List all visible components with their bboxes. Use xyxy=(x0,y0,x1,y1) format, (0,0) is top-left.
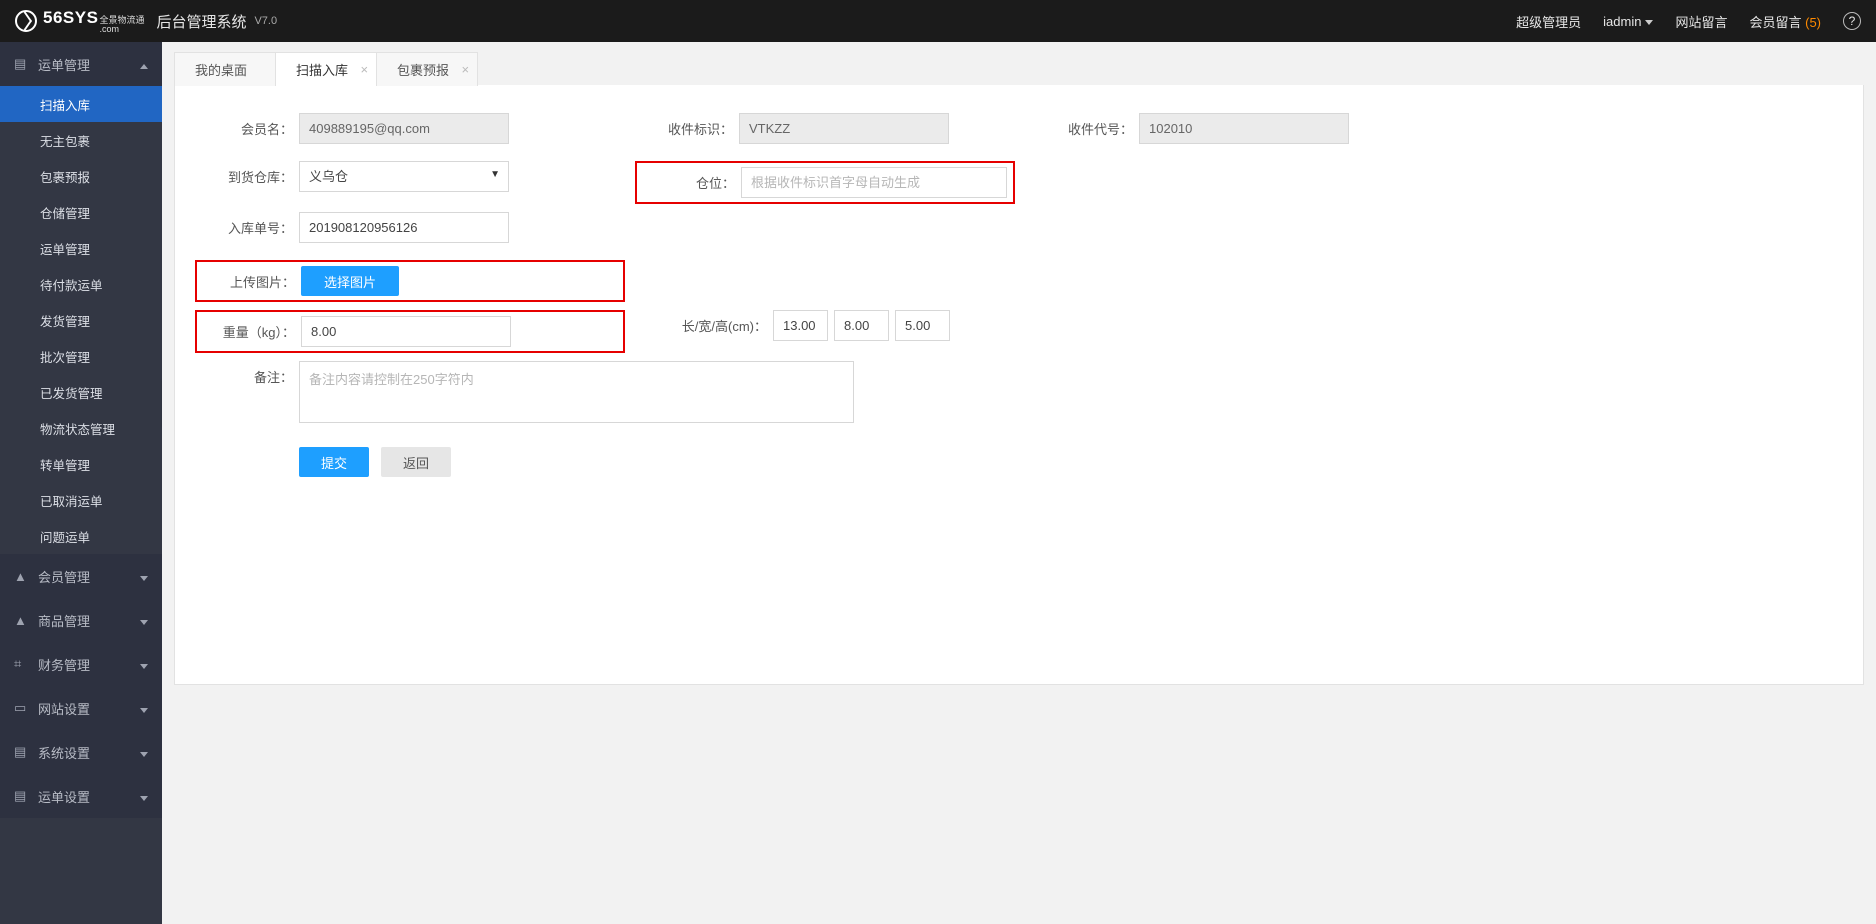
tab-package-forecast[interactable]: 包裹预报× xyxy=(376,52,478,86)
app-title: 后台管理系统 xyxy=(156,11,246,32)
upload-label: 上传图片： xyxy=(203,272,301,291)
main-area: 我的桌面 扫描入库× 包裹预报× 会员名： 收件标识： 收件代号： xyxy=(162,42,1876,924)
form-panel: 会员名： 收件标识： 收件代号： 到货仓库： 义乌仓 xyxy=(174,85,1864,685)
weight-input[interactable] xyxy=(301,316,511,347)
header-right: 超级管理员 iadmin 网站留言 会员留言 (5) ? xyxy=(1516,12,1861,31)
back-button[interactable]: 返回 xyxy=(381,447,451,477)
sidebar-item-shipping[interactable]: 发货管理 xyxy=(0,302,162,338)
chevron-down-icon xyxy=(140,576,148,581)
warehouse-label: 到货仓库： xyxy=(195,167,299,186)
top-header: 56SYS 全景物流通 .com 后台管理系统 V7.0 超级管理员 iadmi… xyxy=(0,0,1876,42)
sidebar-item-problem[interactable]: 问题运单 xyxy=(0,518,162,554)
chevron-up-icon xyxy=(140,64,148,69)
remark-label: 备注： xyxy=(195,367,299,386)
sidebar-group-member[interactable]: ▲ 会员管理 xyxy=(0,554,162,598)
document-icon: ▤ xyxy=(14,56,28,72)
member-message-link[interactable]: 会员留言 (5) xyxy=(1749,12,1821,31)
brand-text: 56SYS xyxy=(43,8,98,28)
brand-suffix: .com xyxy=(99,25,144,34)
user-icon: ▲ xyxy=(14,569,28,584)
role-label: 超级管理员 xyxy=(1516,12,1581,31)
recv-tag-label: 收件标识： xyxy=(635,119,739,138)
inbound-no-label: 入库单号： xyxy=(195,218,299,237)
width-input[interactable] xyxy=(834,310,889,341)
length-input[interactable] xyxy=(773,310,828,341)
sidebar-group-waybill[interactable]: ▤ 运单管理 xyxy=(0,42,162,86)
member-label: 会员名： xyxy=(195,119,299,138)
recv-code-input xyxy=(1139,113,1349,144)
sidebar-item-batch[interactable]: 批次管理 xyxy=(0,338,162,374)
chevron-down-icon xyxy=(1645,20,1653,25)
sidebar-group-finance[interactable]: ⌗ 财务管理 xyxy=(0,642,162,686)
remark-textarea[interactable] xyxy=(299,361,854,423)
sidebar-group-goods[interactable]: ▲ 商品管理 xyxy=(0,598,162,642)
gift-icon: ⌗ xyxy=(14,656,28,672)
inbound-no-input[interactable] xyxy=(299,212,509,243)
weight-label: 重量（kg）： xyxy=(203,322,301,341)
tab-scan-inbound[interactable]: 扫描入库× xyxy=(275,52,377,86)
sidebar-item-cancelled[interactable]: 已取消运单 xyxy=(0,482,162,518)
recv-code-label: 收件代号： xyxy=(1035,119,1139,138)
slot-label: 仓位： xyxy=(643,173,741,192)
chevron-down-icon xyxy=(140,620,148,625)
sidebar-item-storage[interactable]: 仓储管理 xyxy=(0,194,162,230)
help-icon[interactable]: ? xyxy=(1843,12,1861,30)
sidebar-group-site[interactable]: ▭ 网站设置 xyxy=(0,686,162,730)
height-input[interactable] xyxy=(895,310,950,341)
logo-mark-icon xyxy=(15,10,37,32)
slot-input[interactable] xyxy=(741,167,1007,198)
dimensions-label: 长/宽/高(cm)： xyxy=(635,316,773,335)
sidebar-item-logistics-status[interactable]: 物流状态管理 xyxy=(0,410,162,446)
warehouse-select[interactable]: 义乌仓 xyxy=(299,161,509,192)
brand-logo[interactable]: 56SYS 全景物流通 .com xyxy=(15,8,144,34)
window-icon: ▭ xyxy=(14,700,28,716)
tab-desktop[interactable]: 我的桌面 xyxy=(174,52,276,86)
list-icon: ▤ xyxy=(14,744,28,760)
sidebar-item-pending-payment[interactable]: 待付款运单 xyxy=(0,266,162,302)
app-version: V7.0 xyxy=(254,15,277,27)
recv-tag-input xyxy=(739,113,949,144)
sidebar-group-waybill-cfg[interactable]: ▤ 运单设置 xyxy=(0,774,162,818)
chevron-down-icon xyxy=(140,664,148,669)
sidebar-item-scan-inbound[interactable]: 扫描入库 xyxy=(0,86,162,122)
submit-button[interactable]: 提交 xyxy=(299,447,369,477)
sidebar-item-orphan-package[interactable]: 无主包裹 xyxy=(0,122,162,158)
sidebar: ▤ 运单管理 扫描入库 无主包裹 包裹预报 仓储管理 运单管理 待付款运单 发货… xyxy=(0,42,162,924)
member-input xyxy=(299,113,509,144)
member-message-count: (5) xyxy=(1805,15,1821,30)
sidebar-group-system[interactable]: ▤ 系统设置 xyxy=(0,730,162,774)
tab-bar: 我的桌面 扫描入库× 包裹预报× xyxy=(174,52,1864,86)
site-message-link[interactable]: 网站留言 xyxy=(1675,12,1727,31)
chevron-down-icon xyxy=(140,752,148,757)
sidebar-item-package-forecast[interactable]: 包裹预报 xyxy=(0,158,162,194)
list-icon: ▤ xyxy=(14,788,28,804)
upload-button[interactable]: 选择图片 xyxy=(301,266,399,296)
close-icon[interactable]: × xyxy=(461,62,469,77)
sidebar-item-shipped[interactable]: 已发货管理 xyxy=(0,374,162,410)
user-menu[interactable]: iadmin xyxy=(1603,14,1653,29)
chevron-down-icon xyxy=(140,796,148,801)
chevron-down-icon xyxy=(140,708,148,713)
sidebar-item-waybill[interactable]: 运单管理 xyxy=(0,230,162,266)
close-icon[interactable]: × xyxy=(360,62,368,77)
sidebar-item-transfer[interactable]: 转单管理 xyxy=(0,446,162,482)
user-icon: ▲ xyxy=(14,613,28,628)
